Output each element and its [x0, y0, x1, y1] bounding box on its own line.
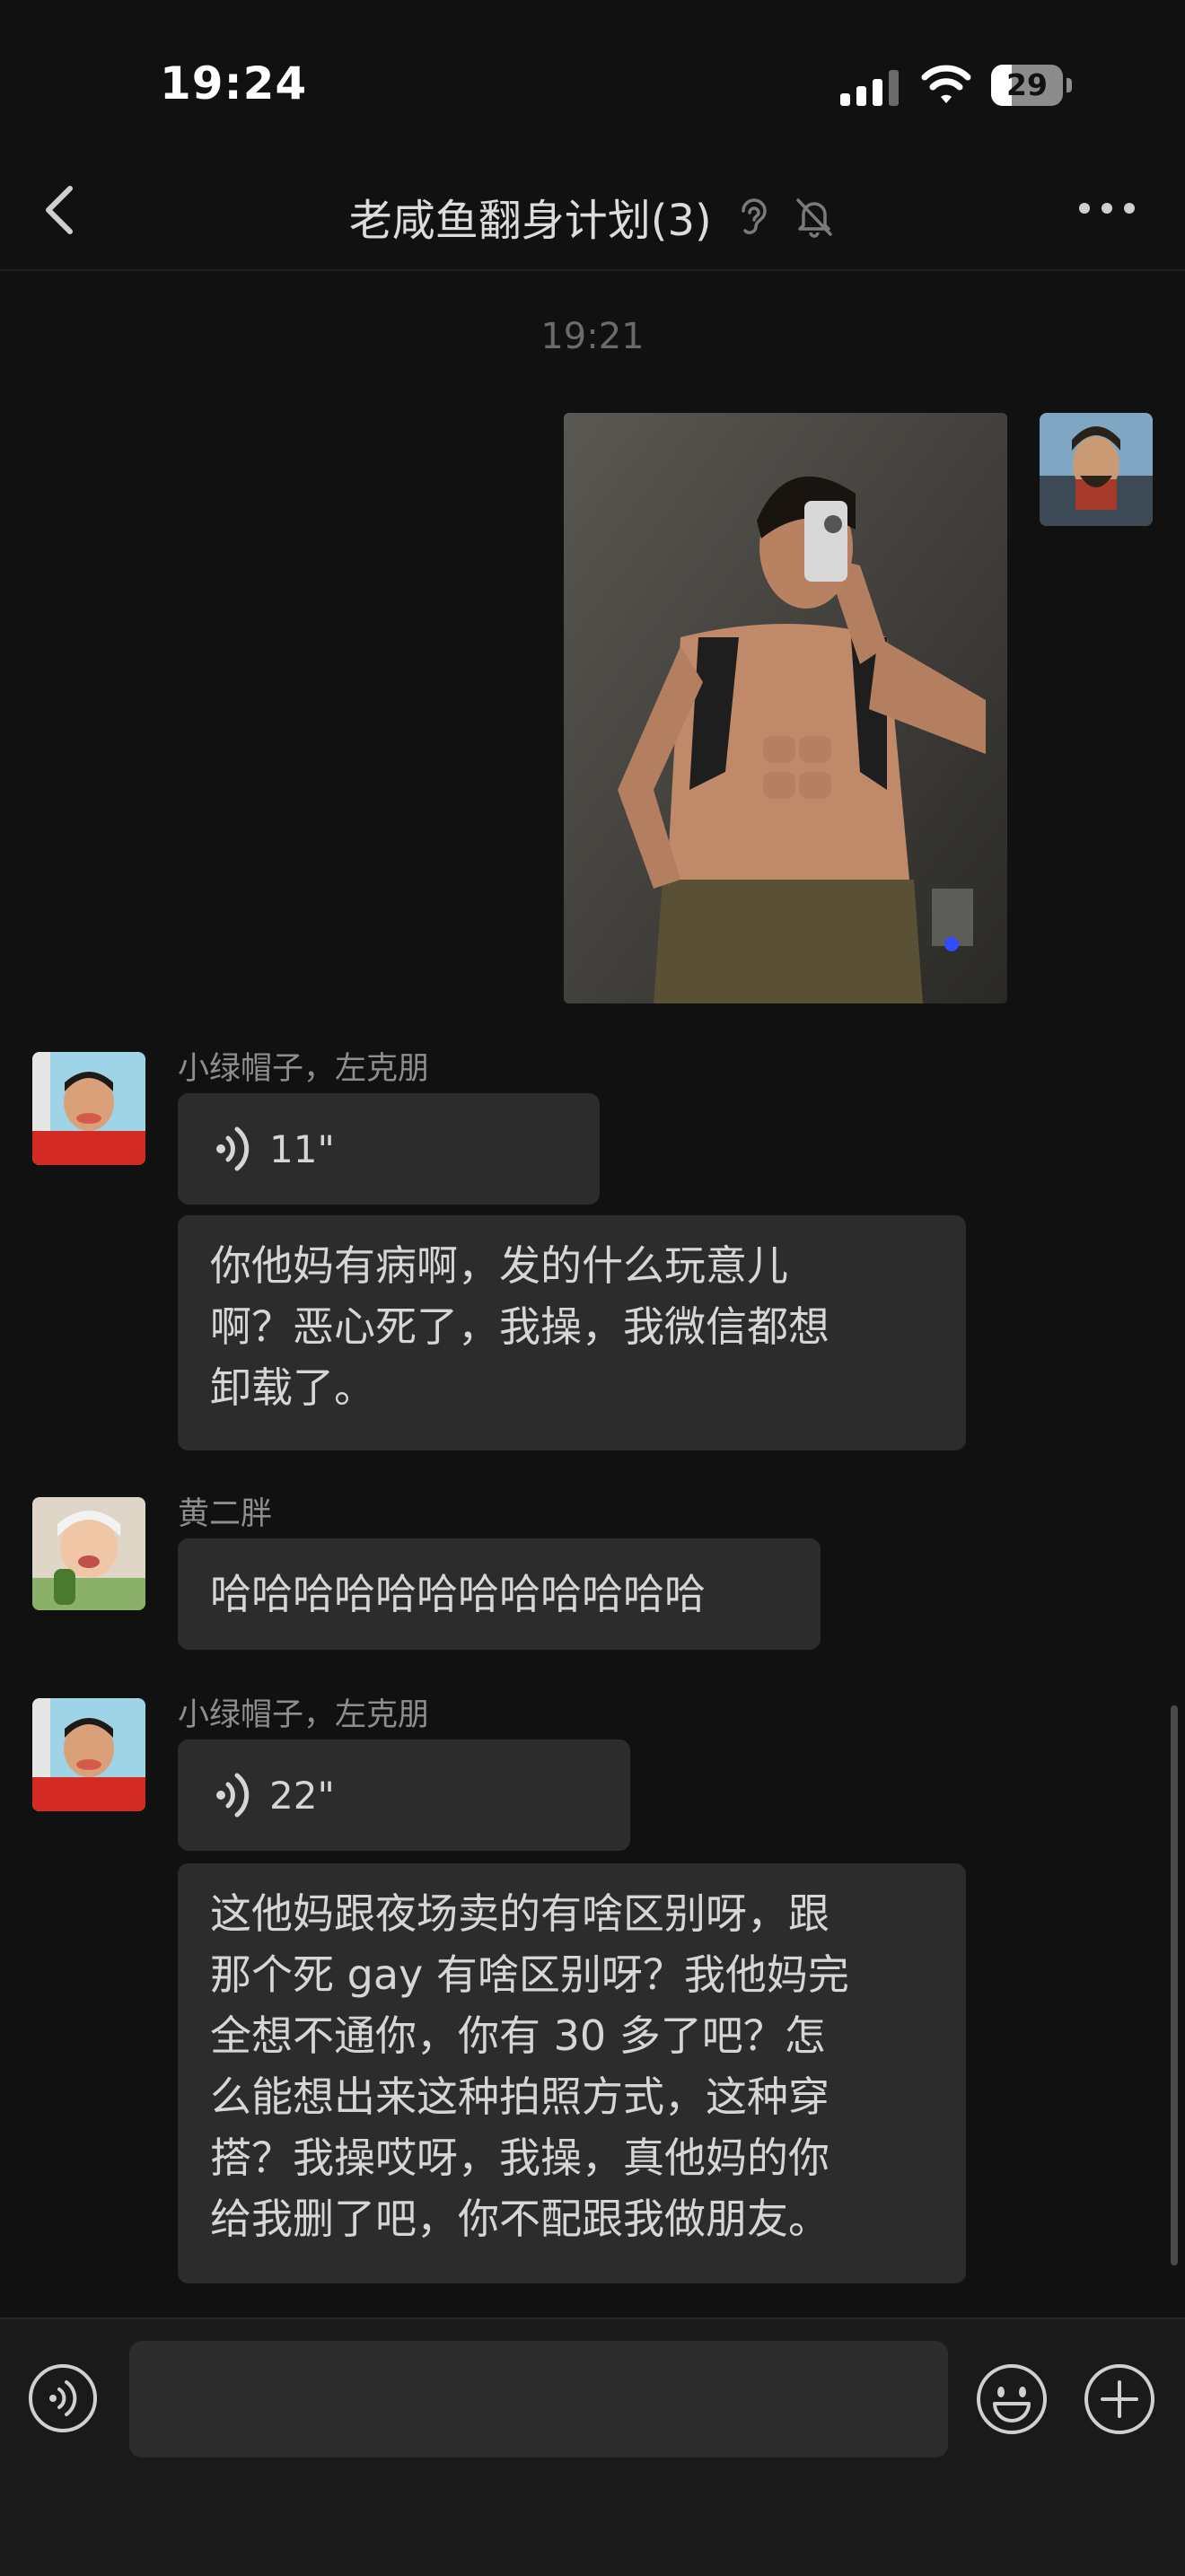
sender-name: 黄二胖 — [178, 1496, 273, 1532]
voice-input-icon[interactable] — [27, 2362, 99, 2434]
voice-message[interactable]: 11" — [178, 1093, 600, 1205]
battery-percent: 29 — [1006, 67, 1048, 102]
message-line: 搭？我操哎呀，我操，真他妈的你 — [210, 2134, 830, 2182]
message-line: 全想不通你，你有 30 多了吧？怎 — [210, 2011, 826, 2060]
mute-notifications-icon — [796, 198, 833, 238]
voice-wave-icon — [216, 1126, 250, 1171]
message-line: 你他妈有病啊，发的什么玩意儿 — [210, 1241, 788, 1290]
message-line: 给我删了吧，你不配跟我做朋友。 — [210, 2195, 830, 2243]
my-avatar[interactable] — [1040, 413, 1153, 526]
avatar-xiaolv[interactable] — [32, 1052, 145, 1165]
emoji-icon[interactable] — [975, 2362, 1049, 2436]
avatar-xiaolv[interactable] — [32, 1698, 145, 1811]
message-line: 哈哈哈哈哈哈哈哈哈哈哈哈 — [210, 1570, 706, 1618]
message-timestamp: 19:21 — [540, 316, 645, 357]
chat-title-text: 老咸鱼翻身计划(3) — [348, 196, 712, 246]
nav-divider — [0, 269, 1185, 271]
text-message[interactable]: 哈哈哈哈哈哈哈哈哈哈哈哈 — [178, 1538, 821, 1650]
wifi-icon — [921, 65, 971, 103]
selfie-photo — [564, 413, 1007, 1003]
message-input[interactable] — [129, 2341, 948, 2458]
message-line: 啊？恶心死了，我操，我微信都想 — [210, 1302, 830, 1351]
text-message[interactable]: 你他妈有病啊，发的什么玩意儿 啊？恶心死了，我操，我微信都想 卸载了。 — [178, 1215, 966, 1450]
voice-duration: 22" — [269, 1773, 335, 1818]
image-message[interactable] — [564, 413, 1007, 1003]
cellular-signal-icon — [840, 70, 900, 106]
voice-wave-icon — [216, 1773, 250, 1818]
sender-name: 小绿帽子，左克朋 — [178, 1051, 430, 1087]
scrollbar[interactable] — [1171, 1705, 1178, 2265]
battery-icon: 29 — [991, 65, 1072, 106]
message-line: 那个死 gay 有啥区别呀？我他妈完 — [210, 1950, 849, 1999]
voice-duration: 11" — [269, 1126, 335, 1171]
voice-message[interactable]: 22" — [178, 1739, 630, 1851]
more-options-icon[interactable] — [1075, 199, 1138, 217]
text-message[interactable]: 这他妈跟夜场卖的有啥区别呀，跟 那个死 gay 有啥区别呀？我他妈完 全想不通你… — [178, 1863, 966, 2283]
avatar-huang[interactable] — [32, 1497, 145, 1610]
message-line: 这他妈跟夜场卖的有啥区别呀，跟 — [210, 1889, 830, 1938]
message-line: 卸载了。 — [210, 1363, 375, 1412]
sender-name: 小绿帽子，左克朋 — [178, 1697, 430, 1733]
chat-title: 老咸鱼翻身计划(3) — [0, 185, 1185, 246]
status-time: 19:24 — [160, 57, 308, 110]
message-line: 么能想出来这种拍照方式，这种穿 — [210, 2072, 830, 2121]
ear-icon — [742, 198, 767, 234]
add-more-icon[interactable] — [1083, 2362, 1156, 2436]
